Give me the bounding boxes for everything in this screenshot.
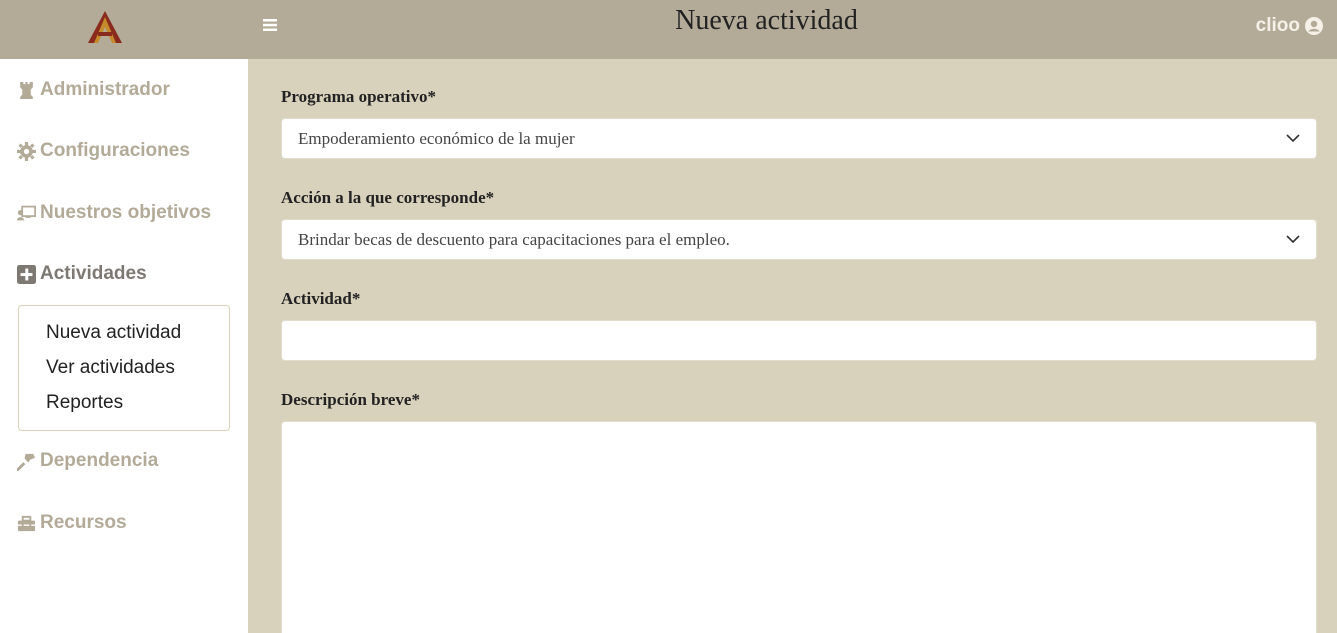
programa-operativo-select[interactable]: Empoderamiento económico de la mujer — [281, 118, 1317, 159]
plus-square-icon — [17, 264, 36, 284]
toolbox-icon — [17, 515, 36, 531]
chevron-down-icon — [1286, 134, 1300, 143]
sidebar-item-nuestros-objetivos[interactable]: Nuestros objetivos — [17, 202, 211, 224]
sidebar: Administrador Configuraciones Nuestros o… — [0, 59, 248, 633]
accion-value: Brindar becas de descuento para capacita… — [298, 230, 730, 249]
user-menu[interactable]: clioo — [1256, 15, 1323, 37]
accion-select[interactable]: Brindar becas de descuento para capacita… — [281, 219, 1317, 260]
user-circle-icon — [1305, 17, 1323, 35]
sidebar-item-dependencia[interactable]: Dependencia — [17, 450, 158, 472]
descripcion-breve-textarea[interactable] — [281, 421, 1317, 633]
accion-label: Acción a la que corresponde* — [281, 188, 495, 207]
sidebar-item-administrador[interactable]: Administrador — [17, 79, 170, 101]
submenu-item-reportes[interactable]: Reportes — [46, 392, 123, 414]
gear-icon — [17, 141, 36, 161]
sidebar-item-configuraciones[interactable]: Configuraciones — [17, 140, 190, 162]
actividades-submenu: Nueva actividad Ver actividades Reportes — [18, 305, 230, 431]
descripcion-breve-label: Descripción breve* — [281, 390, 420, 409]
chevron-down-icon — [1286, 235, 1300, 244]
chess-rook-icon — [20, 81, 33, 99]
submenu-item-ver-actividades[interactable]: Ver actividades — [46, 357, 175, 379]
actividad-label: Actividad* — [281, 289, 361, 308]
sidebar-item-recursos[interactable]: Recursos — [17, 512, 127, 534]
actividad-input[interactable] — [281, 320, 1317, 361]
chalkboard-teacher-icon — [17, 205, 36, 220]
top-bar: Nueva actividad clioo — [0, 0, 1337, 59]
main-content: Programa operativo* Empoderamiento econó… — [248, 59, 1337, 633]
submenu-item-nueva-actividad[interactable]: Nueva actividad — [46, 322, 181, 344]
sidebar-item-actividades[interactable]: Actividades — [17, 263, 147, 285]
programa-operativo-value: Empoderamiento económico de la mujer — [298, 129, 575, 148]
page-title: Nueva actividad — [675, 5, 858, 36]
hammer-icon — [17, 453, 36, 471]
username: clioo — [1255, 15, 1300, 36]
programa-operativo-label: Programa operativo* — [281, 87, 437, 106]
